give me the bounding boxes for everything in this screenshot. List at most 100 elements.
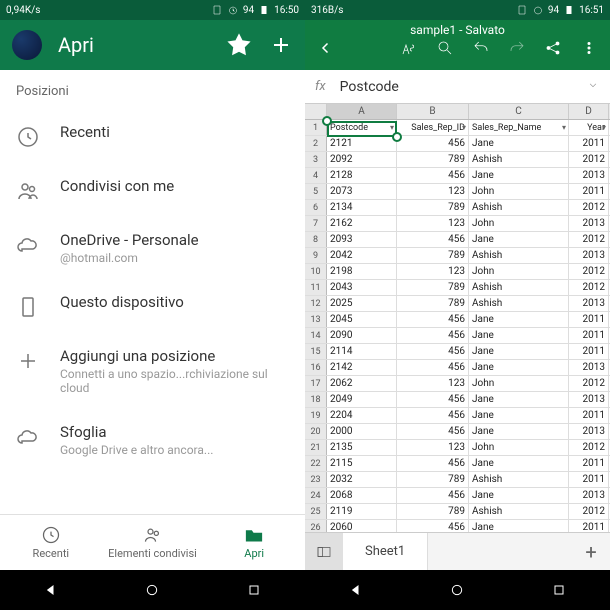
rowhead[interactable]: 21: [305, 440, 327, 455]
cell[interactable]: John: [469, 216, 569, 231]
item-onedrive[interactable]: OneDrive - Personale@hotmail.com: [0, 217, 305, 279]
cell[interactable]: 2135: [327, 440, 397, 455]
redo-icon[interactable]: [508, 39, 526, 57]
cell[interactable]: 456: [397, 488, 469, 503]
cell[interactable]: 123: [397, 184, 469, 199]
rowhead[interactable]: 14: [305, 328, 327, 343]
spreadsheet[interactable]: A B C D 1PostcodeSales_Rep_IDSales_Rep_N…: [305, 104, 610, 532]
cell[interactable]: 123: [397, 440, 469, 455]
cell[interactable]: 2025: [327, 296, 397, 311]
cell[interactable]: Jane: [469, 488, 569, 503]
cell[interactable]: 456: [397, 360, 469, 375]
rowhead[interactable]: 11: [305, 280, 327, 295]
cell[interactable]: 2012: [569, 504, 609, 519]
cell[interactable]: 2093: [327, 232, 397, 247]
formula-bar[interactable]: fx Postcode: [305, 70, 610, 104]
rowhead[interactable]: 5: [305, 184, 327, 199]
cell[interactable]: 2011: [569, 184, 609, 199]
cell[interactable]: 2013: [569, 488, 609, 503]
cell[interactable]: 2000: [327, 424, 397, 439]
cell[interactable]: 456: [397, 456, 469, 471]
cell[interactable]: 789: [397, 504, 469, 519]
cell[interactable]: Jane: [469, 360, 569, 375]
cell[interactable]: 123: [397, 264, 469, 279]
cell[interactable]: 2073: [327, 184, 397, 199]
colhead-D[interactable]: D: [569, 104, 609, 119]
rowhead[interactable]: 18: [305, 392, 327, 407]
avatar[interactable]: [12, 30, 42, 60]
cell[interactable]: 2068: [327, 488, 397, 503]
colhead-A[interactable]: A: [327, 104, 397, 119]
cell[interactable]: Ashish: [469, 248, 569, 263]
cell[interactable]: Ashish: [469, 472, 569, 487]
cell[interactable]: 2115: [327, 456, 397, 471]
cell[interactable]: 789: [397, 296, 469, 311]
item-browse[interactable]: SfogliaGoogle Drive e altro ancora...: [0, 409, 305, 471]
search-icon[interactable]: [436, 39, 454, 57]
cell[interactable]: 2012: [569, 232, 609, 247]
add-sheet-icon[interactable]: +: [572, 540, 610, 564]
chevron-down-icon[interactable]: [586, 78, 600, 96]
cell[interactable]: 2011: [569, 344, 609, 359]
cell[interactable]: 2121: [327, 136, 397, 151]
item-recent[interactable]: Recenti: [0, 109, 305, 163]
header-cell[interactable]: Year: [569, 120, 609, 135]
recents-icon[interactable]: [246, 582, 262, 598]
rowhead[interactable]: 2: [305, 136, 327, 151]
cell[interactable]: 2011: [569, 312, 609, 327]
cell[interactable]: 2013: [569, 424, 609, 439]
cell[interactable]: 2114: [327, 344, 397, 359]
cell[interactable]: 2049: [327, 392, 397, 407]
rowhead[interactable]: 20: [305, 424, 327, 439]
cell[interactable]: 2011: [569, 472, 609, 487]
nav-recent[interactable]: Recenti: [0, 515, 102, 570]
cell[interactable]: 2062: [327, 376, 397, 391]
cell[interactable]: Jane: [469, 168, 569, 183]
item-shared[interactable]: Condivisi con me: [0, 163, 305, 217]
item-device[interactable]: Questo dispositivo: [0, 279, 305, 333]
cell[interactable]: 2198: [327, 264, 397, 279]
header-cell[interactable]: Sales_Rep_ID: [397, 120, 469, 135]
cell[interactable]: 456: [397, 168, 469, 183]
rowhead[interactable]: 16: [305, 360, 327, 375]
rowhead[interactable]: 22: [305, 456, 327, 471]
cell[interactable]: 2043: [327, 280, 397, 295]
cell[interactable]: Ashish: [469, 296, 569, 311]
sheets-menu-icon[interactable]: [305, 533, 343, 571]
rowhead[interactable]: 3: [305, 152, 327, 167]
rowhead[interactable]: 24: [305, 488, 327, 503]
rowhead[interactable]: 7: [305, 216, 327, 231]
cell[interactable]: 2012: [569, 200, 609, 215]
colhead-B[interactable]: B: [397, 104, 469, 119]
cell[interactable]: Ashish: [469, 200, 569, 215]
cell[interactable]: Jane: [469, 232, 569, 247]
cell[interactable]: 2060: [327, 520, 397, 532]
cell[interactable]: 2012: [569, 280, 609, 295]
cell[interactable]: Jane: [469, 424, 569, 439]
corner-cell[interactable]: [305, 104, 327, 119]
cell[interactable]: 2032: [327, 472, 397, 487]
cell[interactable]: 2012: [569, 376, 609, 391]
undo-icon[interactable]: [472, 39, 490, 57]
recents-icon[interactable]: [551, 582, 567, 598]
cell[interactable]: 789: [397, 248, 469, 263]
cell[interactable]: Jane: [469, 344, 569, 359]
cell[interactable]: John: [469, 376, 569, 391]
cell[interactable]: 456: [397, 392, 469, 407]
cell[interactable]: 2142: [327, 360, 397, 375]
cell[interactable]: 2042: [327, 248, 397, 263]
cell[interactable]: John: [469, 264, 569, 279]
cell[interactable]: Ashish: [469, 152, 569, 167]
add-icon[interactable]: [269, 33, 293, 57]
cell[interactable]: Jane: [469, 408, 569, 423]
item-add-place[interactable]: Aggiungi una posizioneConnetti a uno spa…: [0, 333, 305, 409]
cell[interactable]: 456: [397, 520, 469, 532]
nav-shared[interactable]: Elementi condivisi: [102, 515, 204, 570]
cell[interactable]: 2011: [569, 328, 609, 343]
premium-icon[interactable]: [227, 33, 251, 57]
cell[interactable]: Jane: [469, 392, 569, 407]
rowhead[interactable]: 17: [305, 376, 327, 391]
more-icon[interactable]: [580, 39, 598, 57]
cell[interactable]: John: [469, 184, 569, 199]
cell[interactable]: 123: [397, 376, 469, 391]
